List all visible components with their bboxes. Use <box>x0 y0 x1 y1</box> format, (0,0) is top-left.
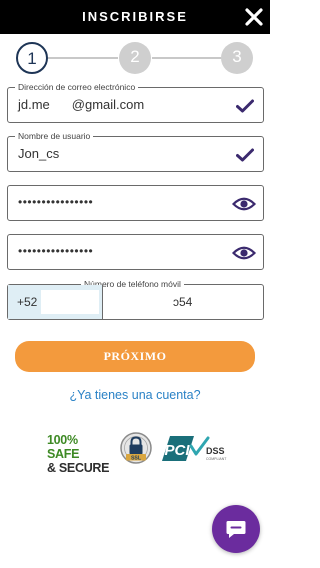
step-connector <box>48 57 118 59</box>
compliant-text: COMPLIANT <box>206 457 227 461</box>
next-button[interactable]: PRÓXIMO <box>15 341 255 372</box>
progress-stepper: 1 2 3 <box>0 40 270 76</box>
step-connector <box>152 57 222 59</box>
safe-line-1: 100% SAFE <box>47 433 80 461</box>
pci-dss-badge: PCI DSS COMPLIANT <box>162 436 227 461</box>
country-code-value: +52 <box>17 295 38 309</box>
step-number: 1 <box>27 49 37 68</box>
header-bar: INSCRIBIRSE <box>0 0 270 34</box>
safe-line-2: & SECURE <box>47 461 110 475</box>
pci-text: PCI <box>164 442 190 459</box>
email-value-start: jd.me <box>18 97 50 112</box>
username-field[interactable]: Nombre de usuario Jon_cs <box>7 130 264 172</box>
email-value[interactable]: jd.me @gmail.com <box>18 97 144 113</box>
trust-badges: 100% SAFE & SECURE SSL PCI DSS COMPLIANT <box>0 428 270 475</box>
chat-icon <box>226 521 246 538</box>
page-title: INSCRIBIRSE <box>82 9 188 24</box>
chat-button[interactable] <box>212 505 260 553</box>
check-icon <box>236 148 254 162</box>
dss-text: DSS <box>206 446 225 456</box>
email-label: Dirección de correo electrónico <box>15 81 139 93</box>
confirm-password-value[interactable]: •••••••••••••••• <box>18 243 93 259</box>
login-link[interactable]: ¿Ya tienes una cuenta? <box>0 388 270 402</box>
phone-number-input[interactable]: ɔ54 <box>173 295 192 309</box>
step-2: 2 <box>119 42 151 74</box>
email-value-end: @gmail.com <box>71 97 145 112</box>
country-code-select[interactable]: +52 <box>8 285 103 319</box>
password-value[interactable]: •••••••••••••••• <box>18 194 93 210</box>
step-number: 3 <box>232 47 242 66</box>
close-icon[interactable] <box>244 7 264 27</box>
eye-icon[interactable] <box>232 195 256 213</box>
step-3: 3 <box>221 42 253 74</box>
password-field[interactable]: •••••••••••••••• <box>7 185 264 221</box>
ssl-lock-icon: SSL <box>120 432 152 464</box>
ssl-text: SSL <box>131 455 142 461</box>
step-number: 2 <box>130 47 140 66</box>
step-1: 1 <box>16 42 48 74</box>
email-field[interactable]: Dirección de correo electrónico jd.me @gm… <box>7 81 264 123</box>
username-value[interactable]: Jon_cs <box>18 146 59 162</box>
confirm-password-field[interactable]: •••••••••••••••• <box>7 234 264 270</box>
check-icon <box>236 99 254 113</box>
username-label: Nombre de usuario <box>15 130 94 142</box>
safe-secure-badge: 100% SAFE & SECURE <box>47 433 113 475</box>
eye-icon[interactable] <box>232 244 256 262</box>
redaction-block <box>41 290 99 314</box>
phone-field: Número de teléfono móvil +52 ɔ54 <box>7 278 264 320</box>
